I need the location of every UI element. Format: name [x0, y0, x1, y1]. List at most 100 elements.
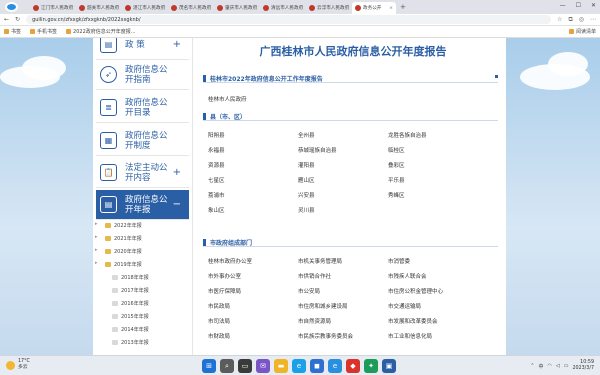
tree-item-year[interactable]: 2013年年报	[101, 336, 189, 349]
wechat-icon[interactable]: ✦	[364, 359, 378, 373]
weather-widget[interactable]: 17°C 多云	[6, 359, 30, 371]
start-menu-icon[interactable]: ⊞	[202, 359, 216, 373]
sidebar-item-annual-report[interactable]: ▤ 政府信息公开年报 −	[96, 190, 189, 220]
tree-item-year[interactable]: ▸ 2022年年报	[95, 219, 189, 232]
expand-icon[interactable]: +	[173, 167, 181, 178]
app-red-icon[interactable]: ◆	[346, 359, 360, 373]
ime-indicator[interactable]: 中	[538, 363, 543, 370]
department-link[interactable]: 市公安局	[298, 287, 388, 295]
tree-item-year[interactable]: 2015年年报	[101, 310, 189, 323]
more-menu-icon[interactable]: ⋯	[590, 16, 596, 23]
county-link[interactable]: 灌阳县	[298, 161, 388, 169]
county-link[interactable]: 资源县	[208, 161, 298, 169]
browser-tab[interactable]: 云浮市人民政府×	[306, 2, 350, 14]
sidebar-item-policy[interactable]: ▤ 政 策 +	[96, 38, 189, 60]
browser-tab[interactable]: 清远市人民政府×	[260, 2, 304, 14]
tree-item-year[interactable]: ▸ 2019年年报	[95, 258, 189, 271]
county-link[interactable]: 全州县	[298, 131, 388, 139]
department-link[interactable]: 市供销合作社	[298, 272, 388, 280]
reading-list[interactable]: 阅读清单	[568, 28, 596, 35]
county-link[interactable]: 兴安县	[298, 191, 388, 199]
department-link[interactable]: 市机关事务管理局	[298, 257, 388, 265]
county-link[interactable]: 灵川县	[298, 206, 388, 214]
browser-tab[interactable]: 韶关市人民政府×	[76, 2, 120, 14]
tree-item-year[interactable]: ▸ 2021年年报	[95, 232, 189, 245]
county-link[interactable]: 临桂区	[388, 146, 478, 154]
department-link[interactable]: 桂林市政府办公室	[208, 257, 298, 265]
county-link[interactable]: 象山区	[208, 206, 298, 214]
county-link[interactable]: 龙胜各族自治县	[388, 131, 478, 139]
collections-icon[interactable]: ⧉	[568, 16, 572, 24]
municipal-report-link[interactable]: 桂林市人民政府	[208, 95, 247, 103]
county-link[interactable]: 雁山区	[298, 176, 388, 184]
county-link[interactable]: 平乐县	[388, 176, 478, 184]
browser-tab[interactable]: 江门市人民政府×	[30, 2, 74, 14]
task-view-icon[interactable]: ▭	[238, 359, 252, 373]
edge-browser-icon[interactable]: e	[292, 359, 306, 373]
close-tab-icon[interactable]: ×	[389, 6, 393, 11]
department-link[interactable]: 市消管委	[388, 257, 478, 265]
bookmark-item[interactable]: 手机书签	[30, 28, 57, 35]
expand-arrow-icon[interactable]: ▸	[95, 234, 98, 240]
department-link[interactable]: 市工业和信息化局	[388, 332, 478, 340]
county-link[interactable]: 七星区	[208, 176, 298, 184]
department-link[interactable]: 市住房和城乡建设局	[298, 302, 388, 310]
file-explorer-icon[interactable]: ▬	[274, 359, 288, 373]
department-link[interactable]: 市残疾人联合会	[388, 272, 478, 280]
county-link[interactable]: 阳朔县	[208, 131, 298, 139]
expand-arrow-icon[interactable]: ▸	[95, 221, 98, 227]
department-link[interactable]: 市司法局	[208, 317, 298, 325]
department-link[interactable]: 市民族宗教事务委员会	[298, 332, 388, 340]
browser-tab[interactable]: 肇庆市人民政府×	[214, 2, 258, 14]
tray-expand-icon[interactable]: ⌃	[530, 363, 534, 369]
department-link[interactable]: 市自然资源局	[298, 317, 388, 325]
new-tab-icon[interactable]: +	[400, 3, 406, 11]
battery-icon[interactable]: ▭	[564, 363, 569, 369]
sidebar-item-statutory[interactable]: 📋 法定主动公开内容 +	[96, 158, 189, 188]
collapse-icon[interactable]: −	[173, 199, 181, 210]
tree-item-year[interactable]: 2014年年报	[101, 323, 189, 336]
bookmark-item[interactable]: 2022政府信息公开年度报...	[66, 28, 136, 35]
favorite-star-icon[interactable]: ☆	[557, 16, 562, 23]
department-link[interactable]: 市住房公积金管理中心	[388, 287, 478, 295]
wifi-icon[interactable]: ◠	[547, 363, 551, 369]
department-link[interactable]: 市民政局	[208, 302, 298, 310]
county-link[interactable]: 恭城瑶族自治县	[298, 146, 388, 154]
department-link[interactable]: 市外事办公室	[208, 272, 298, 280]
close-window-icon[interactable]: ✕	[591, 2, 596, 9]
back-icon[interactable]: ←	[4, 16, 9, 23]
search-icon[interactable]: ⌕	[220, 359, 234, 373]
url-field[interactable]: guilin.gov.cn/zfxxgk/zfxxgknb/2022xxgknb…	[26, 15, 552, 24]
county-link[interactable]: 永福县	[208, 146, 298, 154]
store-icon[interactable]: ◼	[310, 359, 324, 373]
department-link[interactable]: 市财政局	[208, 332, 298, 340]
tree-item-year[interactable]: 2016年年报	[101, 297, 189, 310]
refresh-icon[interactable]: ↻	[15, 16, 20, 23]
tree-item-year[interactable]: 2018年年报	[101, 271, 189, 284]
county-link[interactable]: 秀峰区	[388, 191, 478, 199]
browser-tab-active[interactable]: 政务公开 ×	[352, 2, 396, 14]
county-link[interactable]: 叠彩区	[388, 161, 478, 169]
expand-arrow-icon[interactable]: ▸	[95, 247, 98, 253]
department-link[interactable]: 市发展和改革委员会	[388, 317, 478, 325]
department-link[interactable]: 市医疗保障局	[208, 287, 298, 295]
sidebar-item-system[interactable]: ▦ 政府信息公开制度	[96, 126, 189, 156]
bookmark-item[interactable]: 书签	[4, 28, 21, 35]
expand-icon[interactable]: +	[173, 39, 181, 50]
browser-app-icon[interactable]: e	[328, 359, 342, 373]
volume-icon[interactable]: ◁	[556, 363, 560, 369]
sidebar-item-guide[interactable]: ➶ 政府信息公开指南	[96, 60, 189, 90]
department-link[interactable]: 市交通运输局	[388, 302, 478, 310]
browser-tab[interactable]: 茂名市人民政府×	[168, 2, 212, 14]
maximize-icon[interactable]: ☐	[576, 2, 581, 9]
app-blue-icon[interactable]: ▣	[382, 359, 396, 373]
expand-arrow-icon[interactable]: ▸	[95, 260, 98, 266]
profile-icon[interactable]: ◎	[579, 16, 584, 23]
sidebar-item-catalog[interactable]: ≣ 政府信息公开目录	[96, 93, 189, 123]
tree-item-year[interactable]: 2017年年报	[101, 284, 189, 297]
chat-icon[interactable]: ✉	[256, 359, 270, 373]
minimize-icon[interactable]: —	[560, 2, 566, 9]
county-link[interactable]: 荔浦市	[208, 191, 298, 199]
tree-item-year[interactable]: ▸ 2020年年报	[95, 245, 189, 258]
clock[interactable]: 10:59 2023/3/7	[572, 360, 594, 372]
